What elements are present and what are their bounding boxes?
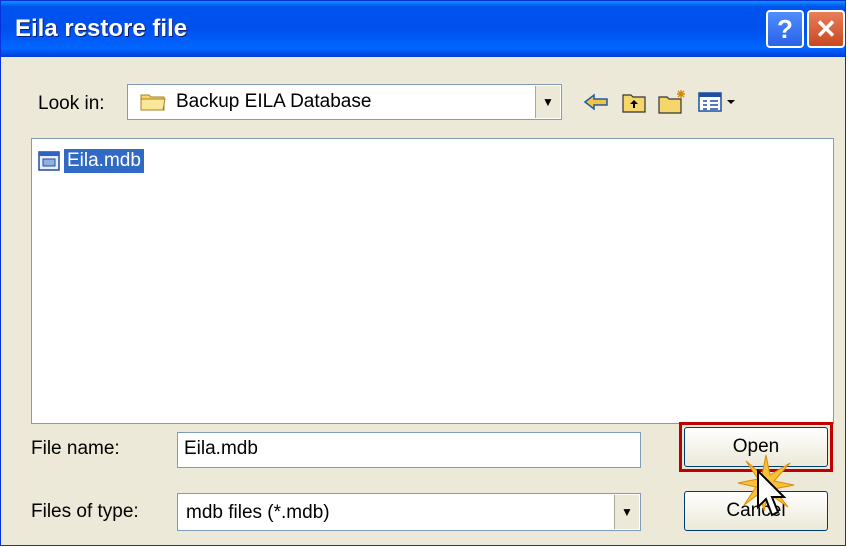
look-in-dropdown[interactable]: Backup EILA Database ▼ xyxy=(127,84,562,120)
restore-dialog: Eila restore file ? ✕ Look in: Backup EI… xyxy=(0,0,846,546)
files-of-type-label: Files of type: xyxy=(31,501,139,522)
mouse-cursor-icon xyxy=(757,469,787,517)
new-folder-icon xyxy=(658,90,685,114)
files-of-type-value: mdb files (*.mdb) xyxy=(186,502,330,523)
close-button[interactable]: ✕ xyxy=(807,10,845,48)
new-folder-button[interactable] xyxy=(657,87,687,117)
window-title: Eila restore file xyxy=(15,15,188,42)
up-folder-icon xyxy=(622,94,646,113)
view-menu-button[interactable] xyxy=(695,87,739,117)
file-name-field-label: File name: xyxy=(31,438,120,459)
look-in-label: Look in: xyxy=(38,93,105,114)
file-list[interactable]: Eila.mdb xyxy=(31,138,834,424)
folder-icon xyxy=(140,94,166,111)
back-button[interactable] xyxy=(581,87,611,117)
close-icon: ✕ xyxy=(815,13,837,44)
file-name-label: Eila.mdb xyxy=(64,149,144,173)
chevron-down-icon[interactable]: ▼ xyxy=(535,86,560,118)
help-icon: ? xyxy=(777,13,793,44)
files-of-type-dropdown[interactable]: mdb files (*.mdb) ▼ xyxy=(177,493,641,531)
file-name-input[interactable]: Eila.mdb xyxy=(177,432,641,468)
up-one-level-button[interactable] xyxy=(619,87,649,117)
title-bar[interactable]: Eila restore file ? ✕ xyxy=(1,1,845,57)
view-menu-icon xyxy=(698,92,735,112)
database-file-icon xyxy=(38,151,60,171)
back-arrow-icon xyxy=(583,93,608,111)
help-button[interactable]: ? xyxy=(766,10,804,48)
chevron-down-icon[interactable]: ▼ xyxy=(614,495,639,529)
look-in-value: Backup EILA Database xyxy=(176,91,372,112)
list-item[interactable]: Eila.mdb xyxy=(38,147,144,175)
